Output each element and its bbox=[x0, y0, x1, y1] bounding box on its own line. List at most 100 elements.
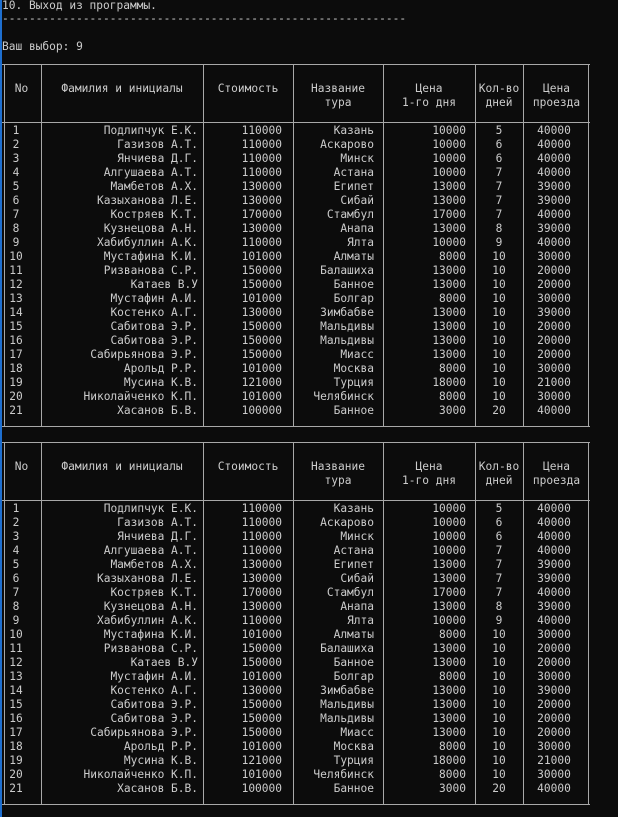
table-row: 3 Янчиева Д.Г. 110000 Минск 10000 6 40000 bbox=[2, 530, 590, 544]
table-cell: 40000 bbox=[537, 166, 571, 180]
table-cell: 2 bbox=[12, 516, 20, 530]
table-cell: 40000 bbox=[537, 544, 571, 558]
table-cell: Балашиха bbox=[320, 642, 374, 656]
table-cell: 110000 bbox=[241, 544, 282, 558]
table-cell: 10 bbox=[492, 642, 506, 656]
table-row: 11 Ризванова С.Р. 150000 Балашиха 13000 10 200… bbox=[2, 642, 590, 656]
table-cell: 13000 bbox=[432, 320, 466, 334]
tours-table-2: No Фамилия и инициалы Стоимость Название тур… bbox=[2, 442, 590, 814]
table-cell: 150000 bbox=[241, 334, 282, 348]
table-cell: 4 bbox=[12, 166, 20, 180]
table-cell: 17 bbox=[9, 726, 23, 740]
table-cell: Подлипчук Е.К. bbox=[103, 502, 198, 515]
column-header: Название bbox=[311, 82, 365, 95]
table-cell: Аскарово bbox=[320, 138, 374, 152]
table-cell: 10000 bbox=[432, 544, 466, 558]
table-cell: 18 bbox=[9, 740, 23, 754]
column-header: дней bbox=[485, 96, 513, 109]
column-header: Фамилия и инициалы bbox=[61, 460, 183, 473]
table-cell: 20000 bbox=[537, 348, 571, 362]
table-cell: 110000 bbox=[241, 166, 282, 180]
table-cell: Сабитова Э.Р. bbox=[110, 320, 198, 334]
table-cell: 20 bbox=[9, 768, 23, 782]
table-cell: 10 bbox=[492, 278, 506, 292]
table-cell: 13000 bbox=[432, 642, 466, 656]
table-cell: 20000 bbox=[537, 320, 571, 334]
table-cell: 8000 bbox=[439, 768, 466, 782]
table-cell: 13000 bbox=[432, 712, 466, 726]
table-cell: 130000 bbox=[241, 306, 282, 320]
table-cell: 8000 bbox=[439, 628, 466, 642]
column-header: дней bbox=[485, 474, 513, 487]
table-cell: 30000 bbox=[537, 250, 571, 264]
table-row: 2 Газизов А.Т. 110000 Аскарово 10000 6 40000 bbox=[2, 138, 590, 152]
table-cell: Казыханова Л.Е. bbox=[96, 194, 198, 208]
table-cell: 10 bbox=[9, 628, 23, 642]
table-cell: 13000 bbox=[432, 656, 466, 670]
table-cell: Янчиева Д.Г. bbox=[117, 530, 198, 544]
table-cell: 150000 bbox=[241, 712, 282, 726]
table-cell: 12 bbox=[9, 656, 23, 670]
table-row: 17 Сабирьянова Э.Р. 150000 Миасс 13000 10 2000… bbox=[2, 348, 590, 362]
table-cell: 5 bbox=[12, 558, 20, 572]
table-cell: Аскарово bbox=[320, 516, 374, 530]
table-cell: 39000 bbox=[537, 222, 571, 236]
column-header: проезда bbox=[532, 474, 581, 487]
table-cell: Хасанов Б.В. bbox=[117, 782, 198, 796]
table-cell: 30000 bbox=[537, 628, 571, 642]
table-row: 2 Газизов А.Т. 110000 Аскарово 10000 6 40000 bbox=[2, 516, 590, 530]
table-row: 10 Мустафина К.И. 101000 Алматы 8000 10 30000 bbox=[2, 250, 590, 264]
table-cell: Банное bbox=[333, 404, 374, 418]
table-cell: 150000 bbox=[241, 698, 282, 712]
table-cell: 10 bbox=[492, 292, 506, 306]
table-cell: 130000 bbox=[241, 684, 282, 698]
table-cell: Банное bbox=[333, 278, 374, 292]
table-row: 13 Мустафин А.И. 101000 Болгар 8000 10 30000 bbox=[2, 670, 590, 684]
table-row: 6 Казыханова Л.Е. 130000 Сибай 13000 7 39000 bbox=[2, 194, 590, 208]
table-cell: 21000 bbox=[537, 376, 571, 390]
table-cell: Мустафин А.И. bbox=[110, 292, 198, 306]
table-cell: 14 bbox=[9, 684, 23, 698]
table-row: 19 Мусина К.В. 121000 Турция 18000 10 21000 bbox=[2, 376, 590, 390]
table-cell: Минск bbox=[340, 530, 374, 544]
table-cell: Балашиха bbox=[320, 264, 374, 278]
table-cell: 5 bbox=[495, 124, 503, 137]
table-cell: 170000 bbox=[241, 208, 282, 222]
table-cell: Зимбабве bbox=[320, 684, 374, 698]
table-cell: Кузнецова А.Н. bbox=[103, 600, 198, 614]
table-cell: 10 bbox=[492, 306, 506, 320]
table-cell: 18000 bbox=[432, 376, 466, 390]
table-cell: 7 bbox=[495, 180, 503, 194]
table-cell: 130000 bbox=[241, 572, 282, 586]
table-cell: Сабирьянова Э.Р. bbox=[90, 348, 198, 362]
table-cell: 16 bbox=[9, 334, 23, 348]
table-cell: Мальдивы bbox=[320, 320, 374, 334]
table-cell: 20 bbox=[492, 782, 506, 796]
column-header: No bbox=[14, 82, 29, 95]
table-cell: 17000 bbox=[432, 208, 466, 222]
table-cell: Болгар bbox=[333, 292, 374, 306]
table-cell: 100000 bbox=[241, 404, 282, 418]
table-cell: Газизов А.Т. bbox=[117, 516, 198, 530]
table-cell: 2 bbox=[12, 138, 20, 152]
table-cell: 39000 bbox=[537, 572, 571, 586]
table-row: 4 Алгушаева А.Т. 110000 Астана 10000 7 40000 bbox=[2, 544, 590, 558]
table-cell: 10 bbox=[492, 768, 506, 782]
table-cell: 1 bbox=[12, 124, 20, 137]
table-cell: 9 bbox=[12, 236, 20, 250]
table-cell: Янчиева Д.Г. bbox=[117, 152, 198, 166]
table-cell: 10000 bbox=[432, 152, 466, 166]
table-cell: 30000 bbox=[537, 740, 571, 754]
table-cell: 7 bbox=[495, 558, 503, 572]
table-row: 20 Николайченко К.П. 101000 Челябинск 8000 10… bbox=[2, 768, 590, 782]
table-cell: 10 bbox=[492, 670, 506, 684]
table-cell: 8000 bbox=[439, 362, 466, 376]
table-cell: 30000 bbox=[537, 768, 571, 782]
table-cell: 10 bbox=[492, 376, 506, 390]
column-header: проезда bbox=[532, 96, 581, 109]
table-cell: Сабитова Э.Р. bbox=[110, 698, 198, 712]
table-row: 5 Мамбетов А.Х. 130000 Египет 13000 7 39000 bbox=[2, 558, 590, 572]
table-rule bbox=[2, 804, 590, 805]
table-cell: 101000 bbox=[241, 670, 282, 684]
table-cell: 10 bbox=[492, 684, 506, 698]
